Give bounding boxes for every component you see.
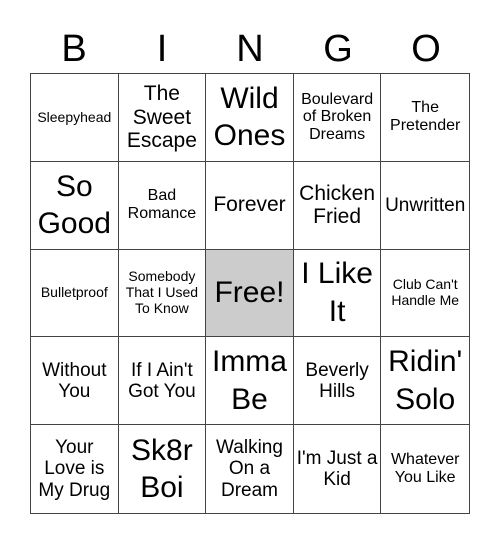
bingo-cell[interactable]: Chicken Fried: [293, 161, 382, 250]
bingo-header: B I N G O: [30, 26, 470, 73]
cell-text: So Good: [37, 169, 111, 241]
bingo-cell[interactable]: The Sweet Escape: [118, 74, 207, 162]
bingo-cell[interactable]: Your Love is My Drug: [31, 425, 119, 513]
cell-text: Unwritten: [385, 194, 466, 216]
cell-text: Club Can't Handle Me: [391, 276, 460, 308]
cell-text: Free!: [214, 276, 285, 310]
bingo-cell[interactable]: Bad Romance: [118, 161, 207, 250]
cell-text: Chicken Fried: [299, 181, 376, 229]
bingo-cell[interactable]: Club Can't Handle Me: [381, 249, 469, 338]
cell-text: Without You: [42, 359, 107, 402]
cell-text: Bulletproof: [40, 284, 108, 301]
bingo-cell[interactable]: Whatever You Like: [381, 425, 469, 513]
bingo-cell[interactable]: I'm Just a Kid: [293, 425, 382, 513]
cell-text: Sk8r Boi: [131, 433, 193, 505]
header-letter-b: B: [61, 28, 87, 70]
cell-text: Forever: [213, 193, 286, 217]
header-letter-i: I: [156, 28, 168, 70]
bingo-cell[interactable]: Sleepyhead: [31, 74, 119, 162]
bingo-cell[interactable]: Beverly Hills: [293, 337, 382, 426]
free-cell[interactable]: Free!: [206, 249, 294, 338]
bingo-cell[interactable]: The Pretender: [381, 74, 469, 162]
bingo-cell[interactable]: Sk8r Boi: [118, 425, 207, 513]
cell-text: Walking On a Dream: [216, 437, 283, 501]
cell-text: Sleepyhead: [37, 108, 112, 125]
bingo-cell[interactable]: I Like It: [293, 249, 382, 338]
cell-text: Ridin' Solo: [388, 345, 463, 416]
cell-text: The Sweet Escape: [126, 82, 197, 153]
cell-text: Your Love is My Drug: [38, 437, 111, 501]
bingo-cell[interactable]: If I Ain't Got You: [118, 337, 207, 426]
header-letter-g: G: [323, 28, 353, 70]
header-letter-n: N: [236, 28, 264, 70]
bingo-cell[interactable]: Ridin' Solo: [381, 337, 469, 426]
cell-text: Whatever You Like: [390, 451, 460, 487]
bingo-cell[interactable]: Imma Be: [206, 337, 294, 426]
cell-text: Wild Ones: [213, 81, 286, 153]
cell-text: The Pretender: [390, 99, 461, 135]
bingo-cell[interactable]: So Good: [31, 161, 119, 250]
bingo-cell[interactable]: Forever: [206, 161, 294, 250]
bingo-cell[interactable]: Unwritten: [381, 161, 469, 250]
bingo-cell[interactable]: Bulletproof: [31, 249, 119, 338]
cell-text: Boulevard of Broken Dreams: [301, 90, 374, 144]
header-letter-o: O: [411, 28, 441, 70]
bingo-cell[interactable]: Wild Ones: [206, 74, 294, 162]
bingo-cell[interactable]: Without You: [31, 337, 119, 426]
cell-text: Imma Be: [211, 345, 287, 416]
cell-text: Beverly Hills: [305, 359, 369, 402]
cell-text: If I Ain't Got You: [128, 359, 196, 402]
cell-text: Somebody That I Used To Know: [125, 268, 199, 316]
bingo-cell[interactable]: Boulevard of Broken Dreams: [293, 74, 382, 162]
bingo-cell[interactable]: Somebody That I Used To Know: [118, 249, 207, 338]
cell-text: I'm Just a Kid: [296, 447, 378, 491]
bingo-grid: Sleepyhead The Sweet Escape Wild Ones Bo…: [30, 73, 470, 514]
bingo-cell[interactable]: Walking On a Dream: [206, 425, 294, 513]
cell-text: I Like It: [301, 257, 373, 328]
cell-text: Bad Romance: [127, 187, 197, 223]
